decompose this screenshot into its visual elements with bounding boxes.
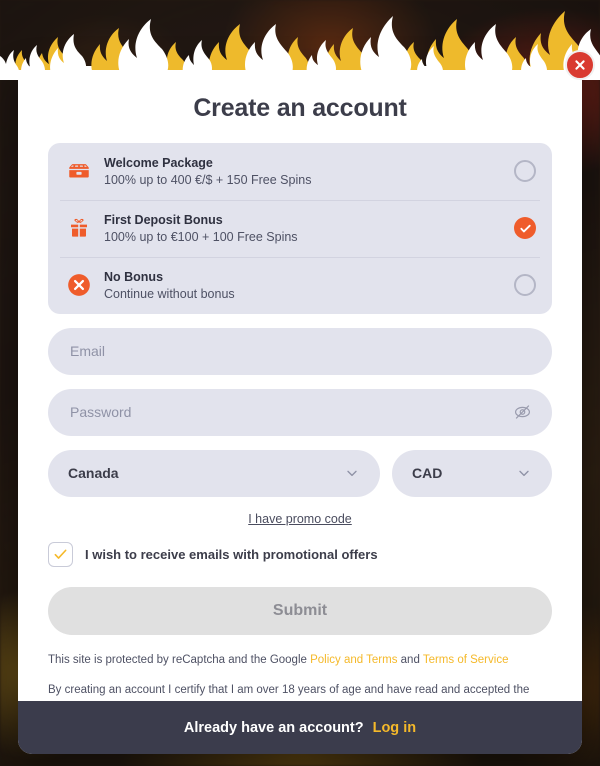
chevron-down-icon <box>344 465 360 481</box>
recaptcha-legal-text: This site is protected by reCaptcha and … <box>48 652 552 670</box>
bonus-option-title: No Bonus <box>104 269 164 284</box>
policy-and-terms-link[interactable]: Policy and Terms <box>310 654 397 666</box>
log-in-link[interactable]: Log in <box>373 720 417 736</box>
promotional-emails-checkbox[interactable] <box>48 541 73 567</box>
bonus-option-text: Welcome Package 100% up to 400 €/$ + 150… <box>104 154 506 189</box>
bonus-option-text: First Deposit Bonus 100% up to €100 + 10… <box>104 211 506 246</box>
eye-slash-icon[interactable] <box>513 403 532 422</box>
login-footer-text: Already have an account? <box>183 719 364 736</box>
bonus-radio-first-deposit-bonus[interactable] <box>514 217 536 240</box>
treasure-chest-icon <box>64 156 94 186</box>
currency-select-value: CAD <box>412 465 443 482</box>
close-icon <box>575 60 585 70</box>
password-field-wrapper <box>48 388 552 436</box>
recaptcha-prefix: This site is protected by reCaptcha and … <box>48 653 311 666</box>
bonus-option-welcome-package[interactable]: Welcome Package 100% up to 400 €/$ + 150… <box>48 143 552 200</box>
screen: Create an account Welcome Package 100% u… <box>0 0 600 766</box>
x-circle-icon <box>64 270 94 300</box>
bonus-option-text: No Bonus Continue without bonus <box>104 268 506 303</box>
promotional-emails-label: I wish to receive emails with promotiona… <box>85 546 378 562</box>
email-input[interactable] <box>70 343 530 360</box>
bonus-option-subtitle: Continue without bonus <box>104 286 235 301</box>
recaptcha-conjunction: and <box>397 653 423 666</box>
bonus-options-list: Welcome Package 100% up to 400 €/$ + 150… <box>48 143 552 314</box>
create-account-modal: Create an account Welcome Package 100% u… <box>18 66 582 754</box>
page-title: Create an account <box>193 94 407 122</box>
close-button[interactable] <box>565 50 595 80</box>
submit-button[interactable]: Submit <box>48 586 552 635</box>
terms-of-service-link[interactable]: Terms of Service <box>423 654 509 666</box>
country-select-value: Canada <box>68 465 119 482</box>
terms-prefix: By creating an account I certify that I … <box>48 684 530 697</box>
country-select[interactable]: Canada <box>48 449 380 497</box>
bonus-option-no-bonus[interactable]: No Bonus Continue without bonus <box>48 256 552 314</box>
gift-box-icon <box>64 213 94 243</box>
bonus-option-first-deposit-bonus[interactable]: First Deposit Bonus 100% up to €100 + 10… <box>48 199 552 257</box>
promo-code-link[interactable]: I have promo code <box>248 512 352 526</box>
password-input[interactable] <box>70 404 530 421</box>
bonus-option-subtitle: 100% up to €100 + 100 Free Spins <box>104 229 298 244</box>
bonus-radio-welcome-package[interactable] <box>514 160 536 183</box>
promo-code-row: I have promo code <box>48 510 552 528</box>
login-footer: Already have an account? Log in <box>18 701 582 754</box>
bonus-option-subtitle: 100% up to 400 €/$ + 150 Free Spins <box>104 173 312 187</box>
promotional-emails-row: I wish to receive emails with promotiona… <box>48 541 552 567</box>
email-field-wrapper <box>48 327 552 375</box>
modal-body: Create an account Welcome Package 100% u… <box>18 66 582 718</box>
chevron-down-icon <box>516 465 532 481</box>
location-selectors: Canada CAD <box>48 449 552 497</box>
bonus-option-title: Welcome Package <box>104 156 213 170</box>
bonus-option-title: First Deposit Bonus <box>104 212 223 227</box>
currency-select[interactable]: CAD <box>392 449 552 497</box>
bonus-radio-no-bonus[interactable] <box>514 274 536 297</box>
